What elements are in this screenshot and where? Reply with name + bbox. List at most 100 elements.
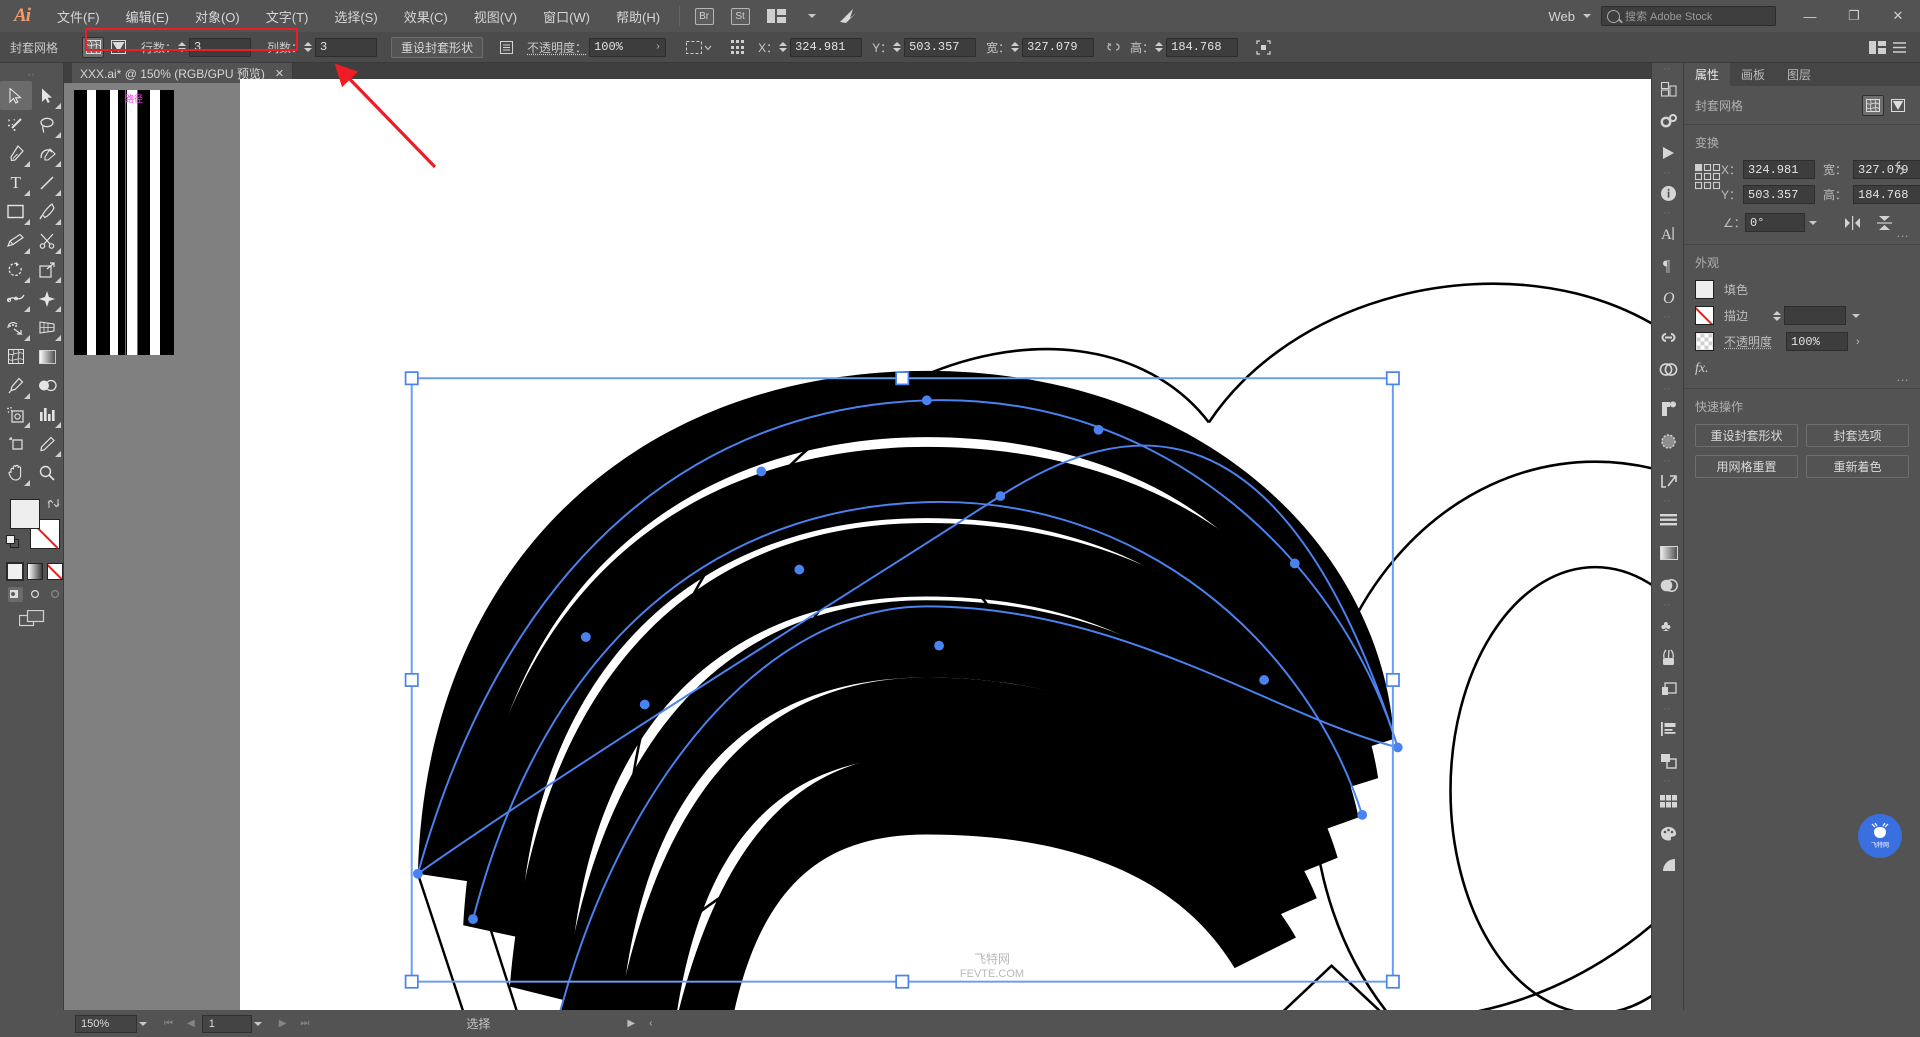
angle-input[interactable]: 0° xyxy=(1745,213,1805,232)
color-guide-panel-icon[interactable] xyxy=(1652,849,1685,881)
first-artboard-button[interactable]: ⏮ xyxy=(157,1018,180,1029)
menu-effect[interactable]: 效果(C) xyxy=(391,0,461,32)
type-tool[interactable]: T xyxy=(0,168,32,197)
pen-tool[interactable] xyxy=(0,139,32,168)
canvas-area[interactable]: 路径 飞特网 FEVTE.COM xyxy=(64,83,1920,1010)
menu-select[interactable]: 选择(S) xyxy=(321,0,390,32)
menu-file[interactable]: 文件(F) xyxy=(44,0,113,32)
next-artboard-button[interactable]: ▶ xyxy=(272,1018,294,1029)
stroke-swatch[interactable] xyxy=(1695,306,1714,325)
character-panel-icon[interactable]: A xyxy=(1652,217,1685,249)
stroke-panel-icon[interactable] xyxy=(1652,713,1685,745)
zoom-level-input[interactable]: 150% xyxy=(75,1015,137,1033)
stroke-weight-stepper[interactable] xyxy=(1772,307,1781,324)
align-panel-icon[interactable] xyxy=(1652,425,1685,457)
rows-input[interactable]: 3 xyxy=(189,38,251,57)
chevron-down-icon[interactable] xyxy=(797,5,827,27)
minimize-button[interactable]: — xyxy=(1788,0,1832,32)
stock-search-input[interactable]: 搜索 Adobe Stock xyxy=(1601,6,1776,26)
column-graph-tool[interactable] xyxy=(32,400,64,429)
x-input[interactable]: 324.981 xyxy=(790,38,862,57)
stock-icon[interactable]: St xyxy=(725,5,755,27)
angle-dropdown-icon[interactable] xyxy=(1809,221,1817,225)
workspace-chevron-icon[interactable] xyxy=(1583,14,1591,18)
artboard-tool[interactable] xyxy=(0,429,32,458)
actions-panel-icon[interactable] xyxy=(1652,137,1685,169)
lasso-tool[interactable] xyxy=(32,110,64,139)
links-panel-icon[interactable] xyxy=(1652,321,1685,353)
screen-mode-button[interactable] xyxy=(0,610,63,627)
transform-more-options[interactable]: … xyxy=(1896,225,1910,240)
maximize-button[interactable]: ❐ xyxy=(1832,0,1876,32)
symbols-panel-icon[interactable]: ♣ xyxy=(1652,609,1685,641)
draw-normal-mode[interactable] xyxy=(8,587,23,602)
envelope-warp-icon[interactable] xyxy=(107,37,129,58)
x-stepper[interactable] xyxy=(778,39,787,56)
free-transform-tool[interactable] xyxy=(32,284,64,313)
zoom-tool[interactable] xyxy=(32,458,64,487)
tab-properties[interactable]: 属性 xyxy=(1684,63,1730,86)
tab-layers[interactable]: 图层 xyxy=(1776,63,1822,86)
width-tool[interactable] xyxy=(0,284,32,313)
gradient-tool[interactable] xyxy=(32,342,64,371)
width-input[interactable]: 327.079 xyxy=(1853,160,1920,179)
mesh-tool[interactable] xyxy=(0,342,32,371)
menu-window[interactable]: 窗口(W) xyxy=(530,0,603,32)
width-input[interactable]: 327.079 xyxy=(1022,38,1094,57)
control-bar-menu-icon[interactable] xyxy=(1888,37,1910,58)
stroke-weight-input[interactable] xyxy=(1784,306,1846,325)
layers-panel-icon[interactable] xyxy=(1652,673,1685,705)
envelope-warp-icon[interactable] xyxy=(1887,95,1909,116)
reference-point-widget[interactable] xyxy=(1695,160,1721,195)
height-input[interactable]: 184.768 xyxy=(1853,185,1920,204)
columns-stepper[interactable] xyxy=(303,39,312,56)
artboard-thumbnail[interactable]: 路径 xyxy=(64,83,184,362)
reset-envelope-shape-button[interactable]: 重设封套形状 xyxy=(1695,424,1798,447)
eyedropper-tool[interactable] xyxy=(0,371,32,400)
gradient-panel-icon[interactable] xyxy=(1652,537,1685,569)
reset-envelope-shape-button[interactable]: 重设封套形状 xyxy=(391,37,483,58)
close-document-icon[interactable]: ✕ xyxy=(275,67,284,80)
shaper-tool[interactable] xyxy=(0,226,32,255)
selection-tool[interactable] xyxy=(0,81,32,110)
link-broken-icon[interactable] xyxy=(1102,37,1124,58)
columns-input[interactable]: 3 xyxy=(315,38,377,57)
opacity-input[interactable]: 100% xyxy=(1786,332,1848,351)
toolbar-grip[interactable]: ◦◦ xyxy=(0,71,63,78)
status-prev-icon[interactable]: ‹ xyxy=(642,1018,659,1029)
gradient-swatch-mode[interactable] xyxy=(27,563,43,580)
hand-tool[interactable] xyxy=(0,458,32,487)
previous-artboard-button[interactable]: ◀ xyxy=(180,1018,202,1029)
menu-object[interactable]: 对象(O) xyxy=(182,0,253,32)
transparency-panel-icon[interactable] xyxy=(1652,353,1685,385)
artboards-panel-icon[interactable] xyxy=(1652,73,1685,105)
opacity-input[interactable]: 100% › xyxy=(589,38,666,57)
paragraph-panel-icon[interactable]: ¶ xyxy=(1652,249,1685,281)
tab-artboards[interactable]: 画板 xyxy=(1730,63,1776,86)
fill-swatch[interactable] xyxy=(10,499,40,529)
perspective-grid-tool[interactable] xyxy=(32,313,64,342)
rows-stepper[interactable] xyxy=(177,39,186,56)
y-input[interactable]: 503.357 xyxy=(1743,185,1815,204)
swatches-panel-icon[interactable] xyxy=(1652,785,1685,817)
draw-inside-mode[interactable] xyxy=(48,587,63,602)
pathfinder-panel-icon[interactable] xyxy=(1652,393,1685,425)
zoom-dropdown-icon[interactable] xyxy=(139,1022,147,1026)
rectangle-tool[interactable] xyxy=(0,197,32,226)
reset-with-mesh-button[interactable]: 用网格重置 xyxy=(1695,455,1798,478)
curvature-tool[interactable] xyxy=(32,139,64,168)
bridge-icon[interactable]: Br xyxy=(689,5,719,27)
artwork-canvas[interactable] xyxy=(240,79,1854,1010)
appearance-more-options[interactable]: … xyxy=(1896,369,1910,384)
link-broken-icon[interactable] xyxy=(1892,157,1908,184)
symbol-sprayer-tool[interactable] xyxy=(0,400,32,429)
draw-behind-mode[interactable] xyxy=(28,587,43,602)
height-stepper[interactable] xyxy=(1154,39,1163,56)
align-panel-icon[interactable] xyxy=(728,37,750,58)
menu-edit[interactable]: 编辑(E) xyxy=(113,0,182,32)
color-panel-icon[interactable] xyxy=(1652,817,1685,849)
opacity-swatch[interactable] xyxy=(1695,332,1714,351)
recolor-button[interactable]: 重新着色 xyxy=(1806,455,1909,478)
select-similar-icon[interactable] xyxy=(682,37,718,58)
scale-tool[interactable] xyxy=(32,255,64,284)
